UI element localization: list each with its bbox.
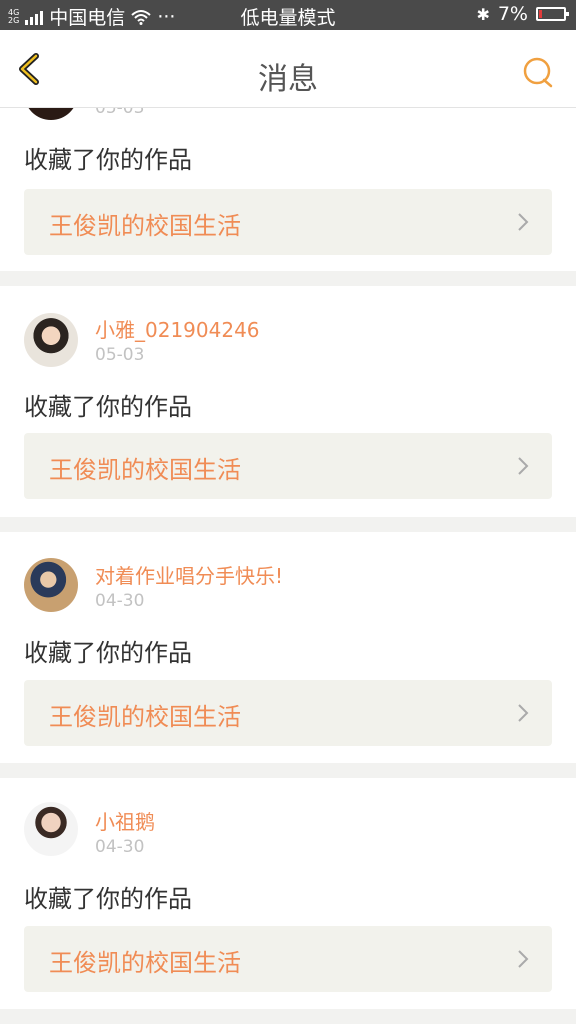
- user-name[interactable]: 小雅_021904246: [95, 314, 260, 343]
- work-link[interactable]: 王俊凯的校国生活: [24, 680, 552, 746]
- battery-percent: 7%: [497, 3, 528, 25]
- user-name[interactable]: 小祖鹅: [95, 806, 155, 835]
- status-right: ✱ 7%: [476, 3, 569, 25]
- page-title: 消息: [258, 62, 318, 97]
- message-item: 对着作业唱分手快乐! 04-30 收藏了你的作品 王俊凯的校国生活: [0, 532, 576, 763]
- avatar: [24, 802, 78, 856]
- message-action-text: 收藏了你的作品: [24, 146, 192, 174]
- message-date: 04-30: [95, 591, 145, 611]
- message-date: 05-03: [95, 108, 145, 118]
- chevron-right-icon: [518, 457, 529, 475]
- user-name[interactable]: 对着作业唱分手快乐!: [95, 560, 283, 589]
- battery-icon: [536, 7, 569, 21]
- message-action-text: 收藏了你的作品: [24, 393, 192, 421]
- work-title: 王俊凯的校国生活: [49, 212, 241, 240]
- message-item: 小祖鹅 04-30 收藏了你的作品 王俊凯的校国生活: [0, 778, 576, 1009]
- chevron-right-icon: [518, 950, 529, 968]
- status-bar: 4G 2G 中国电信 ··· 低电量模式 ✱ 7%: [0, 0, 576, 30]
- avatar: [24, 313, 78, 367]
- avatar: [24, 558, 78, 612]
- chevron-right-icon: [518, 704, 529, 722]
- chevron-right-icon: [518, 213, 529, 231]
- avatar: [24, 108, 78, 120]
- work-title: 王俊凯的校国生活: [49, 703, 241, 731]
- message-action-text: 收藏了你的作品: [24, 639, 192, 667]
- message-date: 05-03: [95, 345, 145, 365]
- nav-bar: 消息: [0, 30, 576, 108]
- bluetooth-icon: ✱: [476, 4, 490, 24]
- message-item: 小雅_021904246 05-03 收藏了你的作品 王俊凯的校国生活: [0, 286, 576, 517]
- message-date: 04-30: [95, 837, 145, 857]
- message-action-text: 收藏了你的作品: [24, 885, 192, 913]
- work-title: 王俊凯的校国生活: [49, 949, 241, 977]
- chat-bubble-icon[interactable]: [522, 56, 554, 88]
- message-item: 05-03 收藏了你的作品 王俊凯的校国生活: [0, 108, 576, 271]
- work-link[interactable]: 王俊凯的校国生活: [24, 433, 552, 499]
- work-link[interactable]: 王俊凯的校国生活: [24, 926, 552, 992]
- work-title: 王俊凯的校国生活: [49, 456, 241, 484]
- work-link[interactable]: 王俊凯的校国生活: [24, 189, 552, 255]
- battery-fill: [539, 10, 543, 18]
- message-list: 05-03 收藏了你的作品 王俊凯的校国生活 小雅_021904246 05-0…: [0, 108, 576, 1024]
